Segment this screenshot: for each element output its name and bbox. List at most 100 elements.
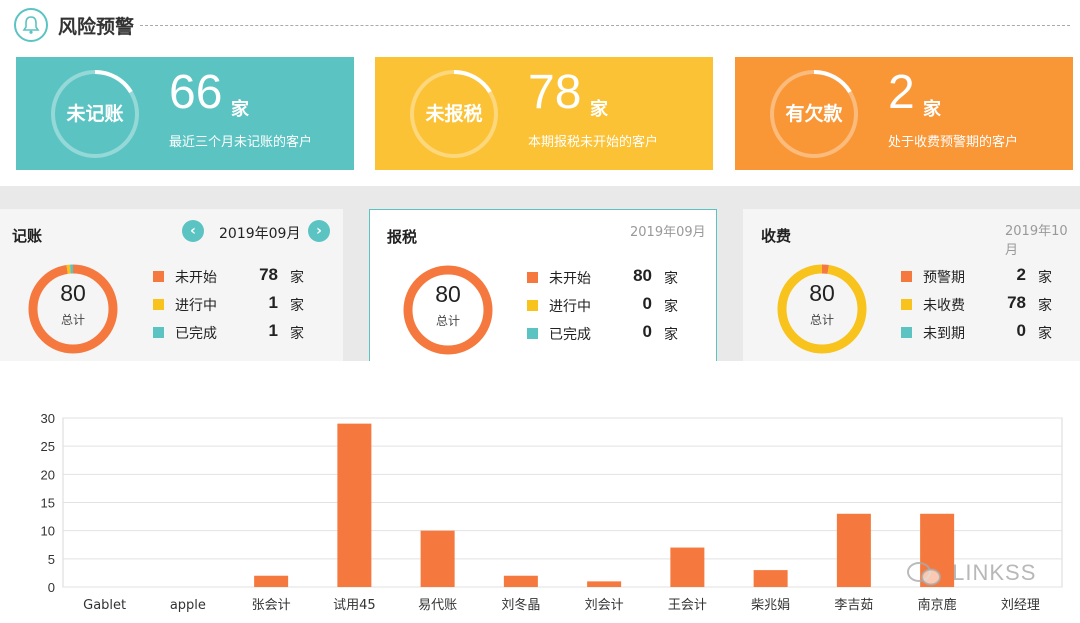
- x-tick-label: 刘冬晶: [501, 597, 540, 613]
- legend-name: 未到期: [923, 326, 965, 342]
- legend-swatch: [153, 271, 164, 282]
- alert-card-unit: 家: [923, 99, 941, 120]
- legend-name: 已完成: [175, 326, 217, 342]
- legend-unit: 家: [1038, 298, 1052, 314]
- legend-count: 0: [1016, 321, 1026, 340]
- alert-card-value: 78: [528, 66, 582, 119]
- legend-swatch: [527, 272, 538, 283]
- legend-unit: 家: [1038, 270, 1052, 286]
- legend-swatch: [901, 327, 912, 338]
- legend-count: 1: [268, 293, 278, 312]
- alert-card-label: 未报税: [425, 103, 483, 125]
- legend-unit: 家: [290, 270, 304, 286]
- donut-total: 80 总计: [403, 265, 493, 329]
- x-tick-label: 李吉茹: [834, 598, 873, 613]
- alert-card-arrears[interactable]: 有欠款 2 家 处于收费预警期的客户: [735, 57, 1073, 170]
- legend-count: 78: [1007, 293, 1026, 312]
- x-tick-label: 王会计: [668, 598, 707, 613]
- donut-total: 80 总计: [28, 264, 118, 328]
- legend-row: 未收费 78 家: [901, 293, 1061, 323]
- y-tick-label: 20: [41, 467, 55, 482]
- x-tick-label: Gablet: [83, 598, 126, 613]
- legend-name: 未开始: [549, 271, 591, 287]
- donut-total-label: 总计: [60, 313, 85, 327]
- legend-row: 已完成 1 家: [153, 321, 313, 351]
- panel-tax[interactable]: 报税 2019年09月 80 总计 未开始 80 家 进行中 0 家 已完成 0…: [369, 209, 717, 361]
- wechat-icon: [907, 562, 941, 586]
- alert-card-unbooked[interactable]: 未记账 66 家 最近三个月未记账的客户: [16, 57, 354, 170]
- donut-total-value: 80: [435, 281, 461, 307]
- x-tick-label: 刘经理: [1001, 598, 1040, 613]
- panel-title: 收费: [761, 227, 792, 245]
- x-tick-label: 易代账: [418, 598, 457, 613]
- legend-swatch: [153, 327, 164, 338]
- section-header: 风险预警: [0, 0, 1080, 50]
- panel-period: 2019年09月: [219, 226, 301, 242]
- legend-swatch: [901, 299, 912, 310]
- legend-swatch: [527, 300, 538, 311]
- bar: [836, 513, 871, 587]
- x-tick-label: 刘会计: [585, 598, 624, 613]
- y-tick-label: 10: [41, 524, 55, 539]
- donut-total-label: 总计: [809, 313, 834, 327]
- x-tick-label: 南京鹿: [918, 597, 957, 613]
- legend-count: 1: [268, 321, 278, 340]
- legend-row: 未开始 80 家: [527, 266, 687, 296]
- bar-chart: 0 5 10 15 20 25 30 Gablet apple 张会计 试用45 易代账 刘冬晶 刘会计 王…: [41, 411, 1063, 613]
- bar: [254, 575, 289, 587]
- legend-count: 78: [259, 265, 278, 284]
- x-tick-label: apple: [170, 598, 206, 613]
- alert-card-unit: 家: [231, 99, 249, 120]
- watermark: LINKSS: [905, 560, 1036, 587]
- legend-unit: 家: [290, 326, 304, 342]
- legend-name: 未收费: [923, 298, 965, 314]
- bar: [337, 423, 372, 587]
- legend-name: 进行中: [175, 298, 217, 314]
- legend-count: 0: [642, 322, 652, 341]
- panel-title: 报税: [387, 228, 418, 246]
- y-tick-label: 15: [41, 496, 55, 511]
- legend-row: 预警期 2 家: [901, 265, 1061, 295]
- x-tick-label: 试用45: [333, 598, 376, 613]
- x-tick-label: 张会计: [252, 598, 291, 613]
- donut-total-label: 总计: [435, 314, 460, 328]
- y-tick-label: 25: [41, 439, 55, 454]
- legend: 预警期 2 家 未收费 78 家 未到期 0 家: [901, 265, 1061, 351]
- legend: 未开始 78 家 进行中 1 家 已完成 1 家: [153, 265, 313, 351]
- panel-period: 2019年09月: [630, 225, 706, 240]
- y-tick-label: 0: [48, 580, 55, 595]
- donut-total: 80 总计: [777, 264, 867, 328]
- legend-name: 进行中: [549, 299, 591, 315]
- alert-card-value: 66: [169, 66, 223, 119]
- alert-card-desc: 本期报税未开始的客户: [528, 135, 659, 150]
- legend-row: 进行中 1 家: [153, 293, 313, 323]
- legend-name: 已完成: [549, 327, 591, 343]
- alert-card-untaxed[interactable]: 未报税 78 家 本期报税未开始的客户: [375, 57, 713, 170]
- alert-card-label: 有欠款: [785, 103, 843, 125]
- donut-total-value: 80: [60, 280, 86, 306]
- next-month-button[interactable]: ›: [308, 220, 330, 242]
- panel-period: 2019年10月: [1005, 224, 1068, 258]
- legend-count: 2: [1016, 265, 1026, 284]
- alert-card-unit: 家: [590, 99, 608, 120]
- bar: [587, 581, 622, 587]
- y-tick-label: 30: [41, 411, 55, 426]
- alert-card-value: 2: [888, 66, 915, 119]
- page-title: 风险预警: [58, 16, 135, 38]
- prev-month-button[interactable]: ‹: [182, 220, 204, 242]
- legend-row: 未到期 0 家: [901, 321, 1061, 351]
- header-divider: [140, 25, 1070, 26]
- bar: [503, 575, 538, 587]
- legend-row: 已完成 0 家: [527, 322, 687, 352]
- panel-bookkeeping[interactable]: 记账 ‹ 2019年09月 › 80 总计 未开始 78 家 进行中 1 家 已…: [0, 209, 343, 361]
- legend-unit: 家: [664, 299, 678, 315]
- legend-swatch: [901, 271, 912, 282]
- alert-card-desc: 最近三个月未记账的客户: [169, 135, 313, 150]
- legend-unit: 家: [290, 298, 304, 314]
- legend-unit: 家: [1038, 326, 1052, 342]
- watermark-text: LINKSS: [952, 560, 1037, 585]
- legend-name: 未开始: [175, 270, 217, 286]
- legend-unit: 家: [664, 327, 678, 343]
- panel-fees[interactable]: 收费 2019年10月 80 总计 预警期 2 家 未收费 78 家 未到期 0…: [743, 209, 1080, 361]
- legend-name: 预警期: [923, 270, 965, 286]
